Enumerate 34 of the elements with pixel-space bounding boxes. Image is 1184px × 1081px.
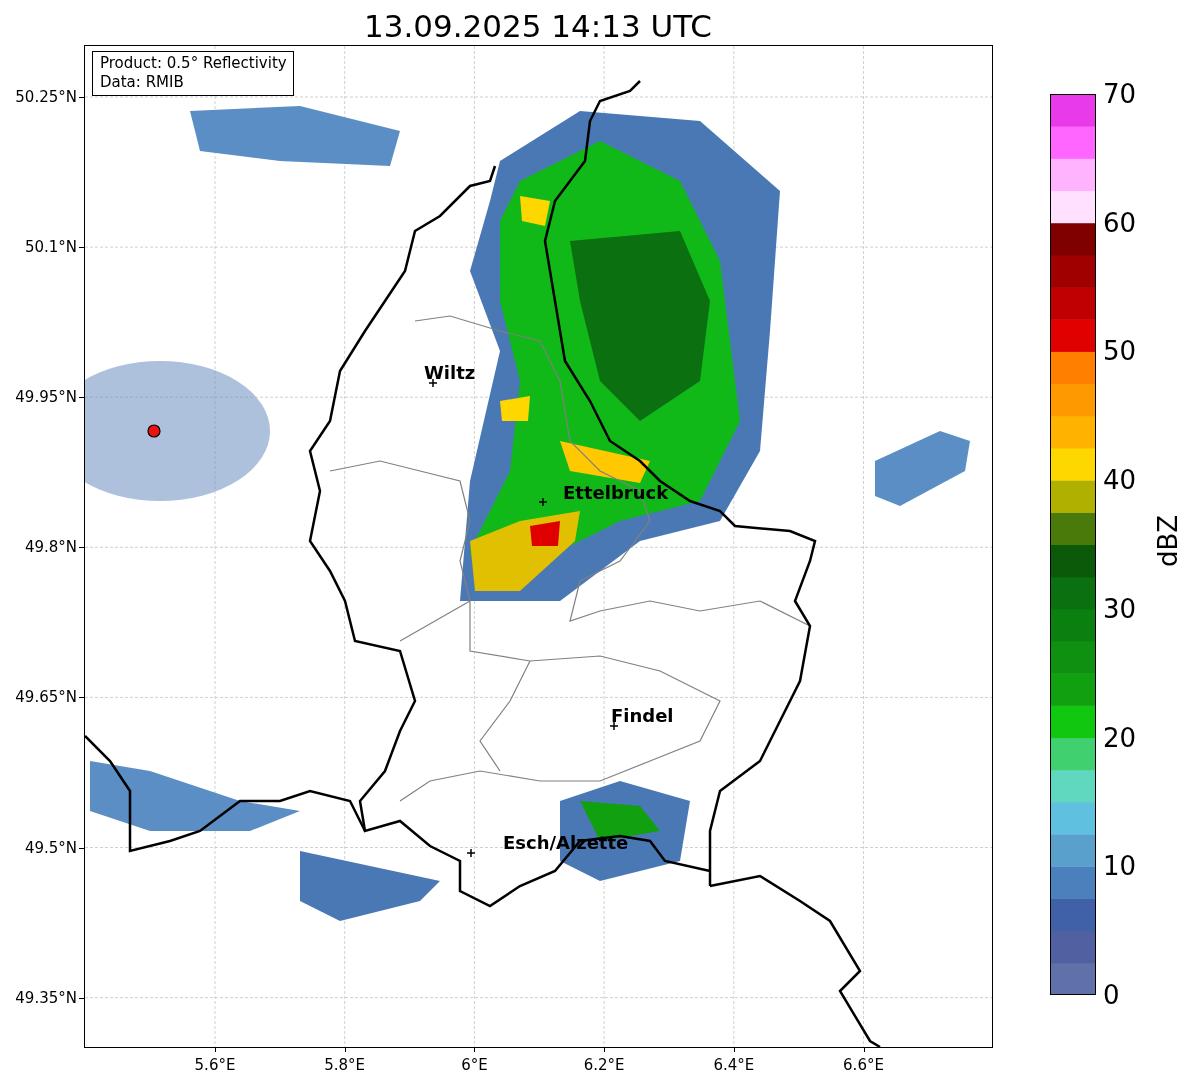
axis-tick-label: 6°E [460,1056,489,1074]
info-text: Product: 0.5° Reflectivity [100,54,287,73]
axis-tick-label: 49.8°N [24,538,77,557]
colorbar-tick-label: 50 [1103,336,1137,367]
axis-tick-label: 6.4°E [712,1056,756,1074]
colorbar-label: dBZ [1153,514,1184,568]
colorbar-tick-label: 0 [1103,980,1120,1010]
info-text: Data: RMIB [100,73,185,92]
city-label: Ettelbruck [563,483,669,503]
colorbar-tick-label: 10 [1103,851,1137,882]
axis-tick-label: 49.95°N [15,388,77,407]
axis-tick-label: 50.1°N [24,238,77,257]
city-marker-icon [610,722,618,730]
city-label: Esch/Alzette [503,833,629,853]
axis-tick-label: 49.65°N [15,688,77,707]
colorbar-tick-label: 70 [1103,79,1137,109]
axis-tick-label: 49.35°N [15,988,77,1007]
chart-title: 13.09.2025 14:13 UTC [363,7,713,45]
axis-tick-label: 49.5°N [24,838,77,857]
axis-tick-label: 50.25°N [15,88,77,106]
axis-tick-label: 6.6°E [842,1056,885,1074]
city-marker-icon [429,379,437,387]
axis-tick-label: 5.6°E [193,1056,237,1074]
city-label: Findel [611,706,674,726]
colorbar-tick-label: 20 [1103,722,1137,753]
axis-tick-label: 5.8°E [323,1056,367,1074]
city-marker-icon [539,498,547,506]
colorbar-tick-label: 30 [1103,593,1137,624]
colorbar-tick-label: 60 [1103,207,1137,238]
axis-tick-label: 6.2°E [582,1056,626,1074]
radar-site-icon [147,424,161,438]
colorbar-tick-label: 40 [1103,465,1137,496]
city-marker-icon [467,849,475,857]
city-label: Wiltz [424,363,476,383]
